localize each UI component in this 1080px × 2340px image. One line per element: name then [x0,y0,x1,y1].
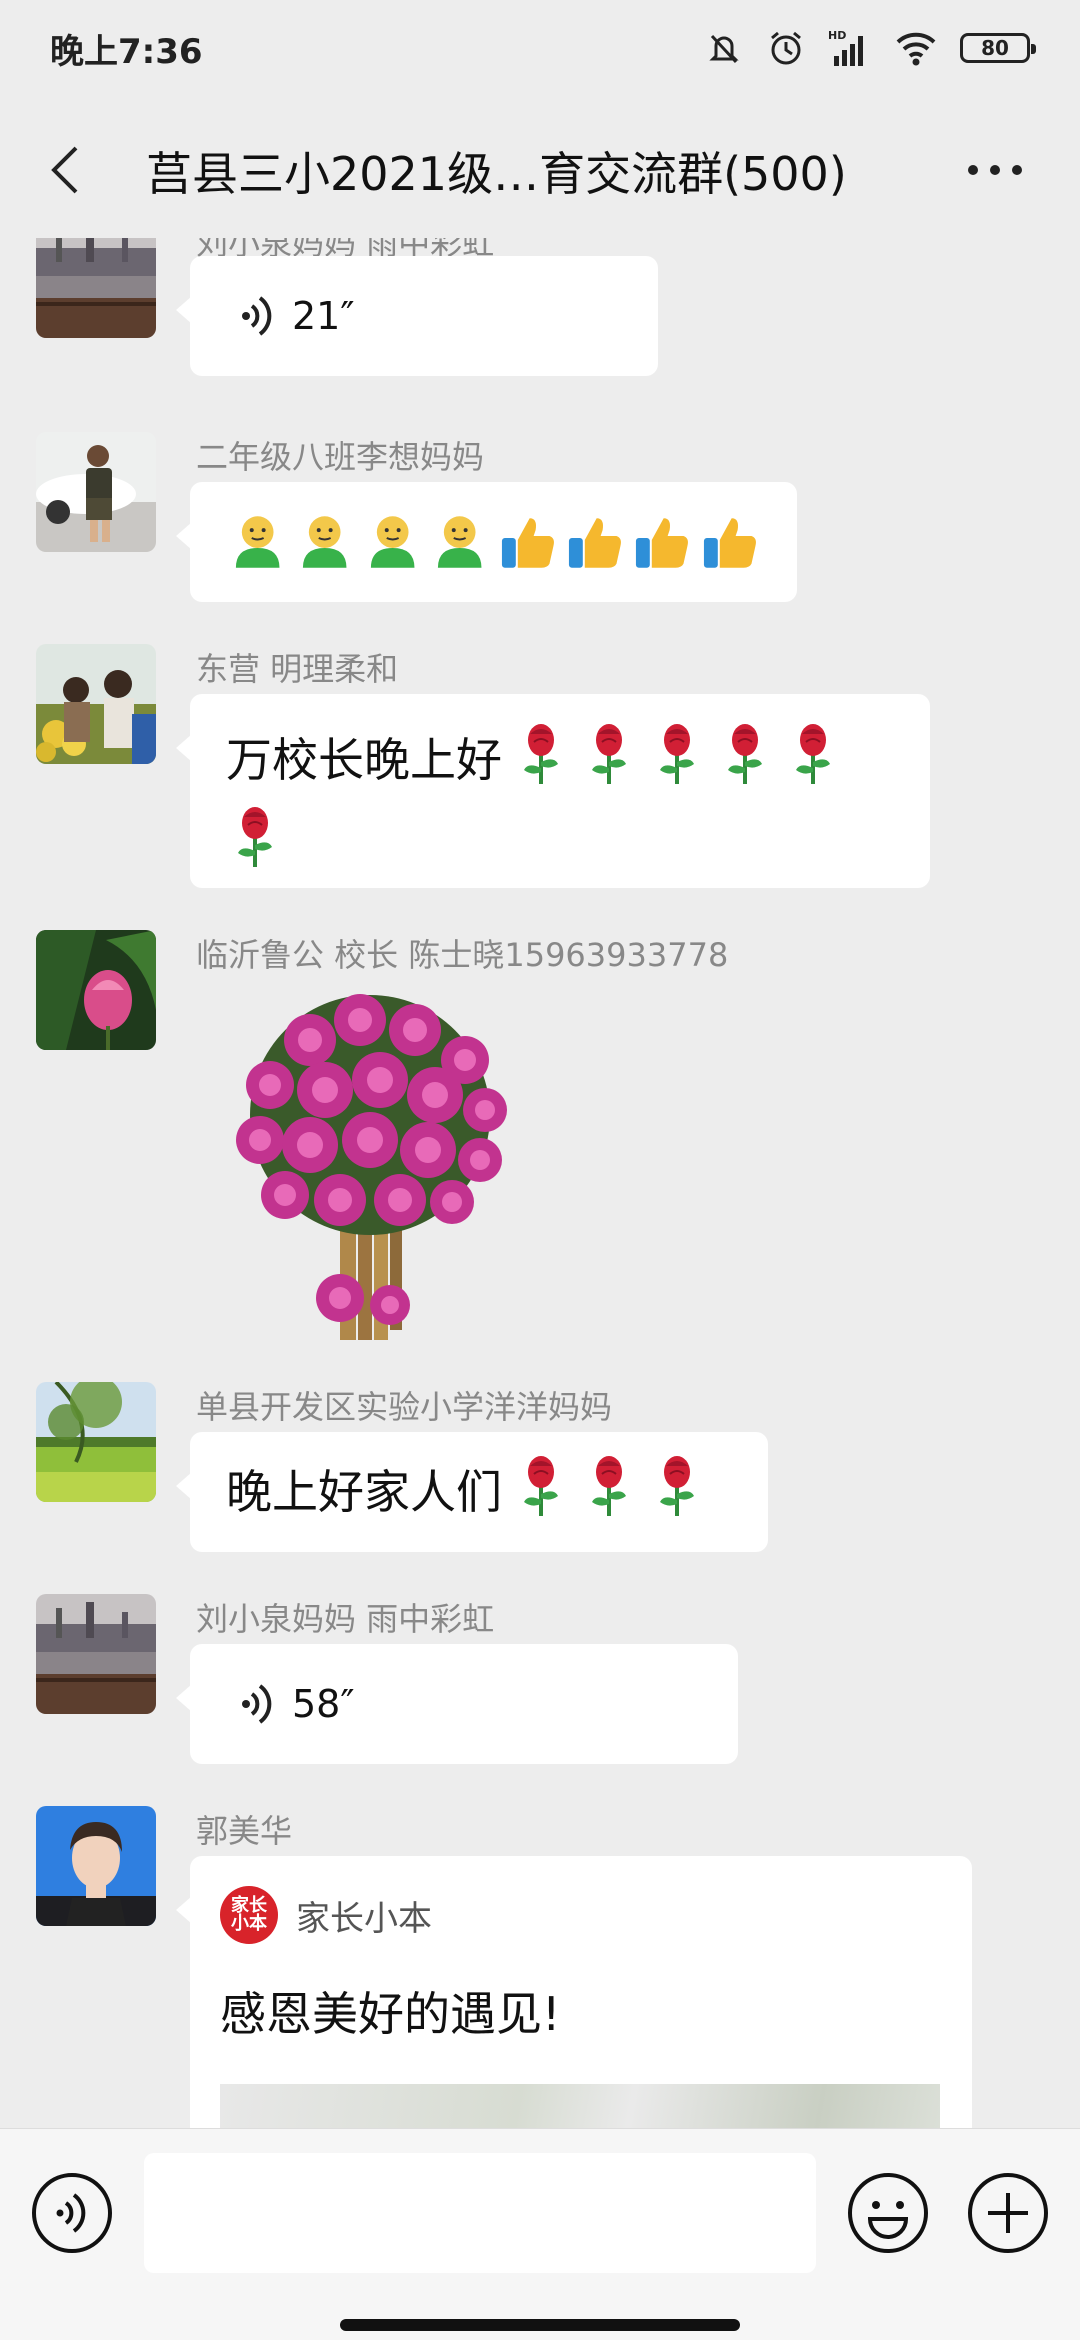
status-time: 晚上7:36 [50,31,203,72]
message-text: 晚上好家人们 [226,1465,502,1519]
svg-text:HD: HD [828,29,846,42]
plus-icon [968,2173,1048,2253]
rose-emoji-icon [648,722,706,805]
hd-signal-icon: HD [828,28,872,68]
smile-person-icon [370,516,415,568]
thumbs-up-icon [636,518,689,568]
sender-name: 东营 明理柔和 [196,650,399,688]
thumbs-up-icon [703,518,756,568]
text-message-bubble[interactable]: 晚上好家人们 [176,1432,768,1552]
sender-name: 单县开发区实验小学洋洋妈妈 [196,1388,613,1426]
rose-emoji-icon [648,1454,706,1537]
sender-name: 二年级八班李想妈妈 [196,438,485,476]
avatar[interactable] [36,432,156,552]
voice-message-bubble[interactable]: 21″ [176,256,658,376]
smile-person-icon [235,516,280,568]
voice-mode-button[interactable] [30,2171,114,2255]
voice-message-bubble[interactable]: 58″ [176,1644,738,1764]
rose-emoji-icon [784,722,842,805]
rose-emoji-icon [716,722,774,805]
emoji-message-bubble[interactable] [176,482,797,602]
voice-duration: 58″ [292,1682,355,1726]
wifi-icon [894,28,938,68]
sender-name: 临沂鲁公 校长 陈士晓15963933778 [196,936,729,974]
alarm-icon [766,28,806,68]
chevron-left-icon [51,146,78,194]
home-indicator[interactable] [340,2319,740,2331]
voice-wave-icon [242,296,272,336]
rose-emoji-icon [226,805,284,888]
status-bar: 晚上7:36 HD 80 [0,0,1080,96]
rose-emoji-icon [512,1454,570,1537]
avatar[interactable] [36,1806,156,1926]
rose-emoji-icon [512,722,570,805]
text-message-bubble[interactable]: 万校长晚上好 [176,694,930,888]
sticker-image[interactable] [190,980,550,1340]
rose-emoji-icon [580,1454,638,1537]
avatar[interactable] [36,1594,156,1714]
more-actions-button[interactable] [966,2171,1050,2255]
smile-person-icon [303,516,347,568]
avatar[interactable] [36,930,156,1050]
more-dots-icon [968,165,1022,175]
avatar[interactable] [36,644,156,764]
emoji-button[interactable] [846,2171,930,2255]
card-title: 感恩美好的遇见! [220,1987,561,2041]
status-icons: HD 80 [704,28,1036,68]
shared-card[interactable]: 家长小本 家长小本 感恩美好的遇见! [176,1856,972,2128]
card-thumbnail [220,2084,940,2128]
rose-emoji-icon [580,722,638,805]
battery-icon: 80 [960,33,1036,63]
avatar[interactable] [36,238,156,338]
message-input[interactable] [144,2153,816,2273]
sender-name: 郭美华 [196,1812,293,1850]
avatar[interactable] [36,1382,156,1502]
more-button[interactable] [960,140,1030,200]
card-source: 家长小本 家长小本 [220,1886,942,1944]
chat-header: 莒县三小2021级…育交流群(500) [0,120,1080,220]
mute-bell-icon [704,28,744,68]
chat-title[interactable]: 莒县三小2021级…育交流群(500) [146,138,926,204]
card-source-name: 家长小本 [296,1898,432,1939]
message-list[interactable]: 刘小泉妈妈 雨中彩虹 21″ 二年级八班李想妈妈 东营 明理柔和 万校长晚上好 … [0,238,1080,2128]
voice-mode-icon [32,2173,112,2253]
sender-name: 刘小泉妈妈 雨中彩虹 [196,1600,495,1638]
thumbs-up-icon [568,518,621,568]
back-button[interactable] [36,140,96,200]
emoji-icon [848,2173,928,2253]
app-logo: 家长小本 [220,1886,278,1944]
message-text: 万校长晚上好 [226,733,502,787]
rose-bouquet-sticker [236,994,507,1340]
thumbs-up-icon [501,518,554,568]
smile-person-icon [438,516,482,568]
voice-duration: 21″ [292,294,355,338]
voice-wave-icon [242,1684,272,1724]
input-bar [0,2128,1080,2340]
